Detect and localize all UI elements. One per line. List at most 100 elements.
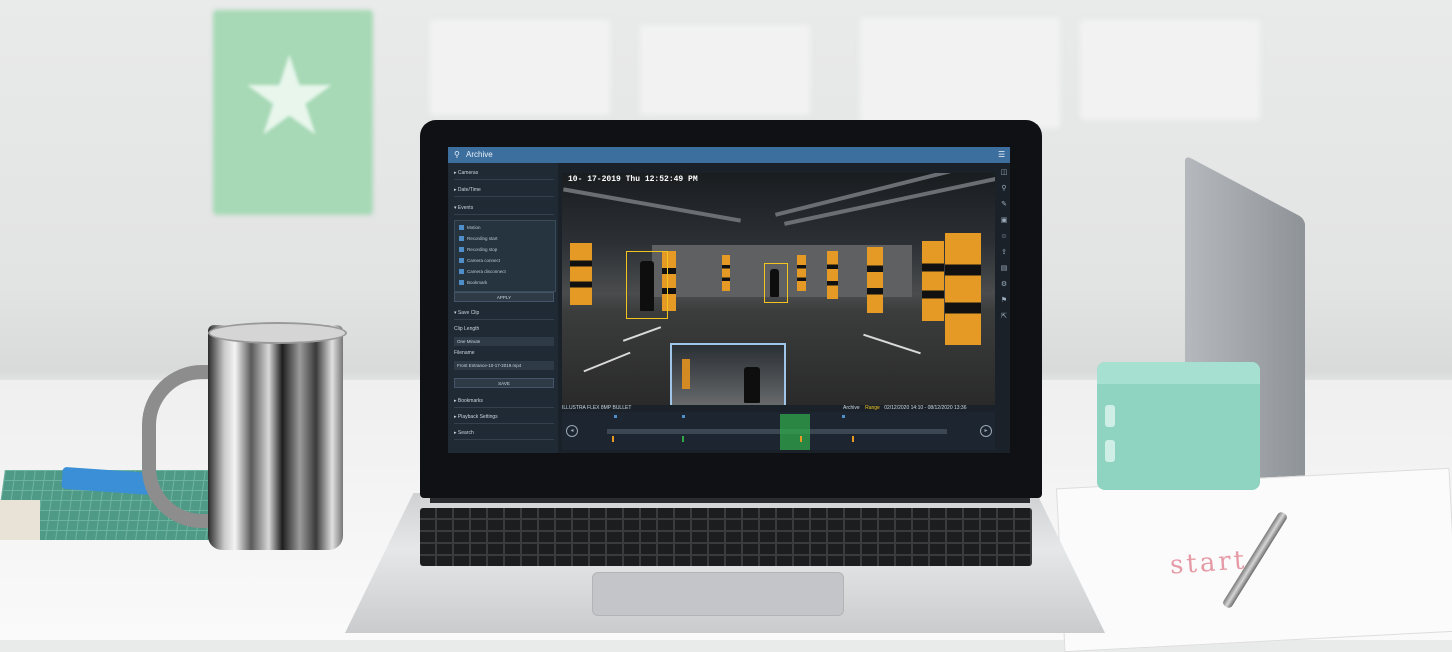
- pip-pillar: [682, 359, 690, 389]
- filename-label: Filename: [454, 350, 475, 356]
- pillar: [797, 255, 806, 291]
- floor-marking: [622, 326, 662, 342]
- user-icon[interactable]: ☺: [1000, 233, 1008, 241]
- section-label: Date/Time: [457, 187, 481, 193]
- section-search[interactable]: ▸ Search: [454, 427, 554, 440]
- section-playback-settings[interactable]: ▸ Playback Settings: [454, 411, 554, 424]
- star-icon: ★: [240, 35, 339, 158]
- checkbox-icon: [459, 236, 464, 242]
- notebook: [0, 500, 40, 540]
- save-button[interactable]: SAVE: [454, 378, 554, 388]
- section-label: Search: [457, 430, 474, 436]
- flag-icon[interactable]: ⚑: [1000, 297, 1008, 305]
- event-label: Bookmark: [467, 280, 488, 285]
- event-label: Motion: [467, 225, 481, 230]
- event-checkbox[interactable]: Motion: [459, 223, 481, 232]
- section-label: Save Clip: [457, 310, 480, 316]
- section-label: Playback Settings: [457, 414, 498, 420]
- event-marker: [800, 436, 802, 442]
- event-checkbox[interactable]: Recording stop: [459, 245, 497, 254]
- event-checkbox[interactable]: Camera connect: [459, 256, 500, 265]
- image-icon[interactable]: ▣: [1000, 217, 1008, 225]
- timeline-selection[interactable]: [780, 414, 810, 450]
- section-save-clip[interactable]: ▾ Save Clip: [454, 307, 554, 320]
- lock-icon[interactable]: ▤: [1000, 265, 1008, 273]
- export-icon[interactable]: ⇪: [1000, 249, 1008, 257]
- step-back-icon[interactable]: ◂: [566, 425, 578, 437]
- hamburger-icon[interactable]: ☰: [998, 150, 1005, 159]
- section-events[interactable]: ▾ Events: [454, 202, 554, 215]
- title-bar: ⚲ Archive ☰: [448, 147, 1010, 163]
- person: [640, 261, 654, 311]
- laptop-screen: ⚲ Archive ☰ ▸ Cameras ▸ Date/Time ▾ Even…: [448, 147, 1010, 453]
- ceiling-pipe: [563, 187, 741, 223]
- clip-length-select[interactable]: One Minute: [454, 337, 554, 346]
- bookmark-marker: [842, 415, 845, 418]
- speaker-port: [1105, 440, 1115, 462]
- event-label: Camera connect: [467, 258, 501, 263]
- keyboard: [420, 508, 1032, 566]
- pen-icon[interactable]: ✎: [1000, 201, 1008, 209]
- video-feed[interactable]: 10- 17-2019 Thu 12:52:49 PM: [562, 173, 995, 405]
- mode-label: Archive: [843, 405, 860, 411]
- wall-note: [430, 20, 610, 115]
- event-marker: [852, 436, 854, 442]
- events-list: Motion Recording start Recording stop Ca…: [454, 220, 556, 292]
- range-value: 02/12/2020 14:10 - 08/12/2020 13:36: [884, 405, 967, 411]
- pillar: [722, 255, 730, 291]
- timeline[interactable]: ◂ ▸: [562, 412, 995, 450]
- section-label: Cameras: [457, 170, 479, 176]
- section-cameras[interactable]: ▸ Cameras: [454, 167, 554, 180]
- apply-button[interactable]: APPLY: [454, 292, 554, 302]
- section-date-time[interactable]: ▸ Date/Time: [454, 184, 554, 197]
- steel-mug: [208, 325, 343, 550]
- bookmark-marker: [614, 415, 617, 418]
- event-marker: [612, 436, 614, 442]
- checkbox-icon: [459, 247, 464, 253]
- camera-icon[interactable]: ◫: [1000, 169, 1008, 177]
- ceiling-pipe: [774, 173, 995, 217]
- pillar: [945, 233, 981, 345]
- section-label: Events: [457, 205, 474, 211]
- pillar: [570, 243, 592, 305]
- bookmark-marker: [682, 415, 685, 418]
- wall-note: [860, 18, 1060, 128]
- checkbox-icon: [459, 280, 464, 286]
- pillar: [867, 247, 883, 313]
- event-label: Recording stop: [467, 247, 498, 252]
- event-marker: [682, 436, 684, 442]
- sketch-text: start: [1169, 545, 1249, 581]
- filename-input[interactable]: Front Entrance-10-17-2019.mp4: [454, 361, 554, 370]
- search-icon[interactable]: ⚲: [1000, 185, 1008, 193]
- event-checkbox[interactable]: Camera disconnect: [459, 267, 506, 276]
- video-timestamp: 10- 17-2019 Thu 12:52:49 PM: [568, 175, 698, 184]
- event-checkbox[interactable]: Bookmark: [459, 278, 487, 287]
- search-icon[interactable]: ⚲: [454, 150, 460, 159]
- speaker-port: [1105, 405, 1115, 427]
- checkbox-icon: [459, 225, 464, 231]
- clip-length-label: Clip Length: [454, 326, 480, 332]
- range-readout: Archive Range 02/12/2020 14:10 - 08/12/2…: [843, 405, 967, 411]
- pillar: [827, 251, 838, 299]
- settings-icon[interactable]: ⚙: [1000, 281, 1008, 289]
- mug-rim: [208, 322, 347, 344]
- floor-marking: [583, 351, 631, 373]
- speaker-top: [1097, 362, 1260, 384]
- section-bookmarks[interactable]: ▸ Bookmarks: [454, 395, 554, 408]
- timeline-track[interactable]: [607, 429, 947, 434]
- person: [744, 367, 760, 403]
- checkbox-icon: [459, 258, 464, 264]
- share-icon[interactable]: ⇱: [1000, 313, 1008, 321]
- event-checkbox[interactable]: Recording start: [459, 234, 498, 243]
- window-title: Archive: [466, 150, 493, 159]
- picture-in-picture[interactable]: [670, 343, 786, 405]
- range-label: Range: [865, 405, 880, 411]
- wall-note: [1080, 20, 1260, 120]
- checkbox-icon: [459, 269, 464, 275]
- person: [770, 269, 779, 297]
- step-forward-icon[interactable]: ▸: [980, 425, 992, 437]
- trackpad: [592, 572, 844, 616]
- floor-marking: [863, 333, 921, 355]
- event-label: Camera disconnect: [467, 269, 506, 274]
- pillar: [922, 241, 944, 321]
